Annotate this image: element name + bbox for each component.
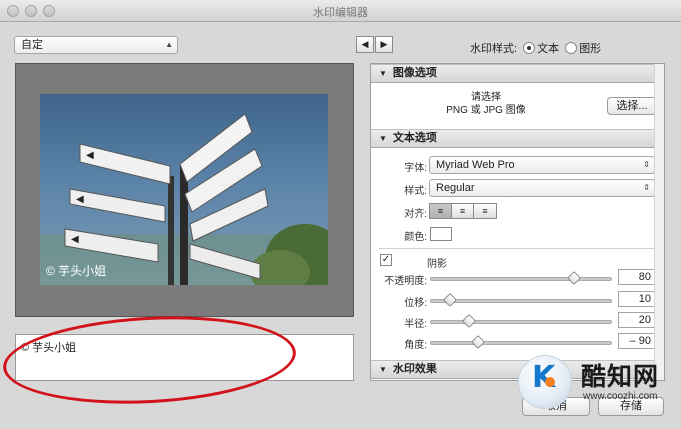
signpost-photo: ◀ ◀ ◀ [40,113,328,285]
opacity-label: 不透明度: [384,276,427,287]
panel-scrollbar[interactable] [654,64,664,380]
options-panel: ▼ 图像选项 请选择 PNG 或 JPG 图像 选择... ▼ 文本选项 字体: M… [370,63,665,381]
align-left-icon[interactable]: ≡ [430,204,452,218]
radio-text-label[interactable]: 文本 [537,43,559,55]
radius-value-field[interactable]: 20 [618,312,656,328]
offset-slider-thumb[interactable] [442,292,458,308]
style-select-value: Regular [436,182,475,194]
watermark-style-label: 水印样式: [470,43,518,55]
watermark-effects-title: 水印效果 [392,363,437,375]
disclosure-triangle-icon[interactable]: ▼ [379,134,387,143]
preset-select[interactable]: 自定 ▲ [14,36,178,54]
svg-text:◀: ◀ [71,234,79,245]
angle-slider-thumb[interactable] [470,334,486,350]
font-select-value: Myriad Web Pro [436,159,515,171]
font-select[interactable]: Myriad Web Pro ⇕ [429,156,655,174]
window-titlebar: 水印编辑器 [0,0,681,22]
updown-arrows-icon: ⇕ [643,160,650,169]
section-text-options[interactable]: ▼ 文本选项 [371,129,664,148]
previous-button[interactable]: ◀ [356,36,374,53]
align-center-icon[interactable]: ≡ [452,204,474,218]
divider [379,248,656,249]
opacity-slider-thumb[interactable] [566,270,582,286]
align-label: 对齐: [404,209,427,220]
opacity-slider[interactable] [430,270,612,286]
offset-value-field[interactable]: 10 [618,291,656,307]
radio-graphic-label[interactable]: 图形 [579,43,601,55]
right-arrow-icon: ▶ [380,39,388,49]
updown-arrows-icon: ⇕ [643,183,650,192]
shadow-label: 阴影 [427,259,447,270]
radius-slider-thumb[interactable] [461,313,477,329]
image-hint-line1: 请选择 [471,92,501,103]
updown-arrows-icon: ▲ [165,40,173,49]
preview-photo: ◀ ◀ ◀ © 芋头小姐 [40,94,328,285]
svg-text:◀: ◀ [76,194,84,205]
site-logo: K 酷知网 www.coozhi.com [515,352,681,414]
preview-watermark-text: © 芋头小姐 [46,264,107,278]
preview-frame: ◀ ◀ ◀ © 芋头小姐 [15,63,354,317]
next-button[interactable]: ▶ [375,36,393,53]
image-options-title: 图像选项 [392,67,437,79]
text-options-title: 文本选项 [392,132,437,144]
color-swatch[interactable] [430,227,452,241]
font-label: 字体: [404,163,427,174]
style-label: 样式: [404,186,427,197]
window-title: 水印编辑器 [313,7,368,19]
disclosure-triangle-icon[interactable]: ▼ [379,365,387,374]
left-arrow-icon: ◀ [361,39,369,49]
section-image-options[interactable]: ▼ 图像选项 [371,64,664,83]
shadow-checkbox[interactable]: ✓ [380,254,392,266]
offset-slider[interactable] [430,292,612,308]
style-select[interactable]: Regular ⇕ [429,179,655,197]
opacity-value-field[interactable]: 80 [618,269,656,285]
preset-select-value: 自定 [21,39,43,51]
image-hint-line2: PNG 或 JPG 图像 [446,105,526,116]
logo-dot-icon [545,377,555,387]
svg-text:◀: ◀ [86,150,94,161]
logo-name: 酷知网 [581,363,660,391]
radius-slider[interactable] [430,313,612,329]
align-right-icon[interactable]: ≡ [474,204,496,218]
angle-label: 角度: [404,340,427,351]
angle-value-field[interactable]: – 90 [618,333,656,349]
logo-url: www.coozhi.com [583,391,658,402]
image-hint: 请选择 PNG 或 JPG 图像 [371,91,601,117]
radius-label: 半径: [404,319,427,330]
radio-text[interactable] [523,42,536,54]
align-button-group: ≡ ≡ ≡ [429,203,497,219]
angle-slider[interactable] [430,334,612,350]
color-label: 颜色: [404,232,427,243]
radio-graphic[interactable] [565,42,578,54]
watermark-style-group: 水印样式: 文本 图形 [470,40,601,56]
choose-image-button[interactable]: 选择... [607,97,657,115]
red-annotation-ellipse [0,309,299,411]
offset-label: 位移: [404,298,427,309]
disclosure-triangle-icon[interactable]: ▼ [379,69,387,78]
